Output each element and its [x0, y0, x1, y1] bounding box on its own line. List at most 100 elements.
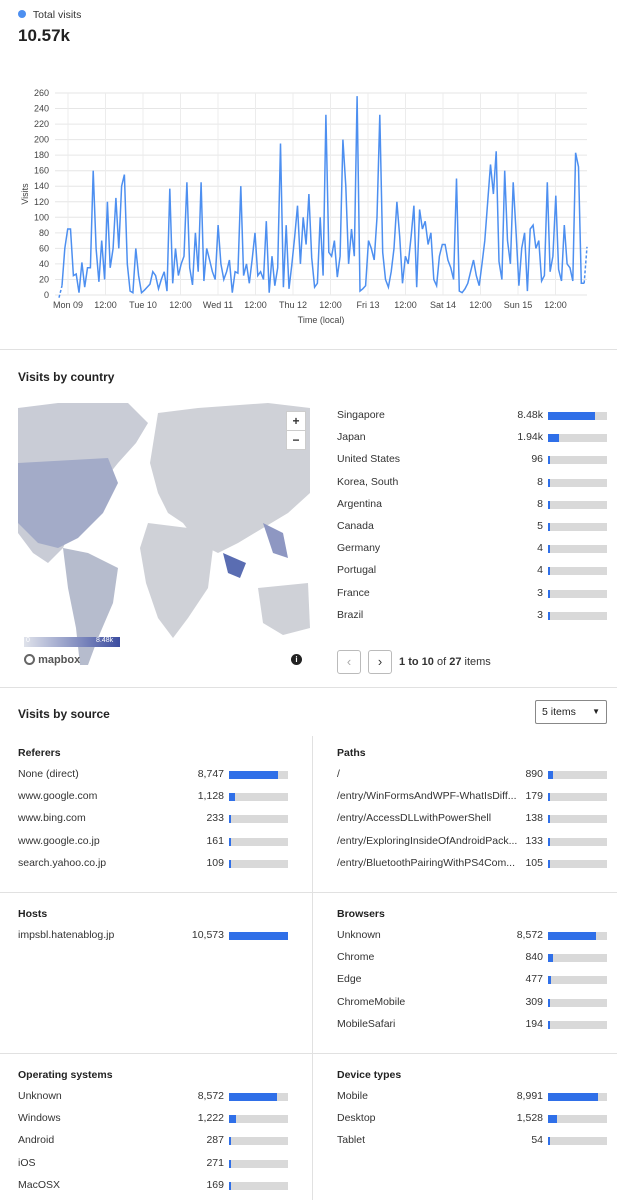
operating-systems-row: Android 287 [18, 1134, 288, 1148]
operating-systems-title: Operating systems [18, 1069, 113, 1081]
operating-systems-visits: 271 [206, 1156, 224, 1169]
pagination-range-start: 1 [399, 656, 406, 668]
referers-bar-fill [229, 793, 236, 802]
referers-bar-track [229, 859, 288, 868]
browsers-visits: 194 [525, 1017, 543, 1030]
pagination-summary: 1 to 10 of 27 items [399, 656, 491, 668]
paths-row: / 890 [337, 768, 607, 782]
x-tick-label: Mon 09 [53, 300, 83, 310]
referers-visits: 1,128 [197, 790, 224, 803]
device-types-row: Tablet 54 [337, 1134, 607, 1148]
world-map-canvas [18, 403, 310, 665]
paths-row: /entry/WinFormsAndWPF-WhatIsDiff... 179 [337, 790, 607, 804]
country-visits: 96 [531, 453, 543, 466]
referers-bar-track [229, 771, 288, 779]
hosts-row: impsbl.hatenablog.jp 10,573 [18, 929, 288, 943]
referers-bar-track [229, 837, 288, 846]
browsers-bar-fill [548, 954, 553, 963]
country-bar-fill [548, 434, 559, 443]
referers-bar-fill [229, 815, 231, 824]
operating-systems-bar-track [229, 1093, 288, 1101]
country-bar-track [548, 500, 607, 509]
country-visits: 5 [537, 520, 543, 532]
x-tick-label: Thu 12 [279, 300, 307, 310]
pagination-items: items [464, 656, 491, 668]
chart-legend: Total visits [18, 9, 81, 21]
country-row: United States 96 [337, 453, 607, 467]
country-name: Korea, South [337, 475, 399, 488]
items-per-page-select[interactable]: 5 items ▼ [535, 700, 607, 724]
x-tick-label: 12:00 [544, 300, 567, 310]
country-name: Argentina [337, 497, 382, 510]
country-bar-fill [548, 589, 550, 598]
map-zoom-in-button[interactable]: + [286, 411, 306, 431]
referers-label: www.bing.com [18, 812, 86, 825]
operating-systems-label: iOS [18, 1156, 36, 1169]
country-bar-fill [548, 523, 550, 531]
operating-systems-visits: 1,222 [197, 1112, 224, 1125]
paths-bar-fill [548, 793, 550, 802]
referers-row: www.bing.com 233 [18, 812, 288, 826]
device-types-label: Mobile [337, 1090, 368, 1102]
country-row: Portugal 4 [337, 564, 607, 578]
x-tick-label: 12:00 [94, 300, 117, 310]
mapbox-logo[interactable]: mapbox [24, 654, 80, 666]
paths-bar-track [548, 793, 607, 802]
y-tick-label: 0 [44, 290, 49, 300]
country-bar-track [548, 611, 607, 620]
legend-label: Total visits [32, 9, 82, 21]
pagination-of: of [436, 656, 447, 668]
series-line-partial-segment [583, 246, 588, 284]
y-tick-label: 120 [34, 197, 49, 207]
world-map[interactable]: + − 0 8.48k mapbox i [18, 403, 310, 673]
referers-label: search.yahoo.co.jp [18, 856, 107, 869]
country-name: Japan [337, 431, 366, 444]
y-tick-label: 200 [34, 135, 49, 145]
pagination-next-button[interactable]: › [368, 650, 392, 674]
device-types-bar-track [548, 1137, 607, 1146]
map-info-icon[interactable]: i [291, 654, 302, 665]
paths-row: /entry/ExploringInsideOfAndroidPack... 13… [337, 835, 607, 849]
y-tick-label: 220 [34, 119, 49, 129]
operating-systems-bar-track [229, 1159, 288, 1168]
country-bar-fill [548, 611, 550, 620]
x-axis-label: Time (local) [298, 315, 345, 325]
section-divider [0, 349, 617, 350]
country-name: Germany [337, 542, 381, 555]
country-name: Singapore [337, 409, 385, 421]
country-visits: 8 [537, 475, 543, 488]
browsers-label: Edge [337, 973, 362, 986]
country-row: Argentina 8 [337, 498, 607, 512]
operating-systems-label: Unknown [18, 1090, 62, 1102]
referers-row: search.yahoo.co.jp 109 [18, 857, 288, 871]
operating-systems-label: Android [18, 1134, 55, 1147]
map-scale-min: 0 [26, 637, 30, 644]
country-bar-track [548, 589, 607, 598]
browsers-row: ChromeMobile 309 [337, 996, 607, 1010]
hosts-bar-track [229, 932, 288, 940]
country-name: Brazil [337, 608, 364, 621]
device-types-label: Tablet [337, 1134, 366, 1147]
country-name: United States [337, 453, 401, 466]
map-zoom-out-button[interactable]: − [286, 430, 306, 450]
paths-label: /entry/AccessDLLwithPowerShell [337, 812, 492, 825]
paths-visits: 138 [525, 812, 543, 825]
paths-visits: 179 [525, 790, 543, 803]
country-row: Brazil 3 [337, 609, 607, 623]
browsers-bar-track [548, 932, 607, 940]
operating-systems-visits: 8,572 [197, 1090, 224, 1102]
y-tick-label: 40 [39, 259, 49, 269]
operating-systems-bar-track [229, 1137, 288, 1146]
referers-visits: 109 [206, 856, 224, 869]
paths-row: /entry/BluetoothPairingWithPS4Com... 105 [337, 857, 607, 871]
y-tick-label: 160 [34, 166, 49, 176]
y-tick-label: 180 [34, 150, 49, 160]
device-types-bar-fill [548, 1137, 550, 1146]
device-types-row: Desktop 1,528 [337, 1112, 607, 1126]
device-types-row: Mobile 8,991 [337, 1090, 607, 1104]
referers-visits: 161 [206, 834, 224, 847]
pagination-total: 27 [449, 656, 462, 668]
x-tick-label: 12:00 [169, 300, 192, 310]
device-types-title: Device types [337, 1069, 402, 1081]
pagination-prev-button[interactable]: ‹ [337, 650, 361, 674]
